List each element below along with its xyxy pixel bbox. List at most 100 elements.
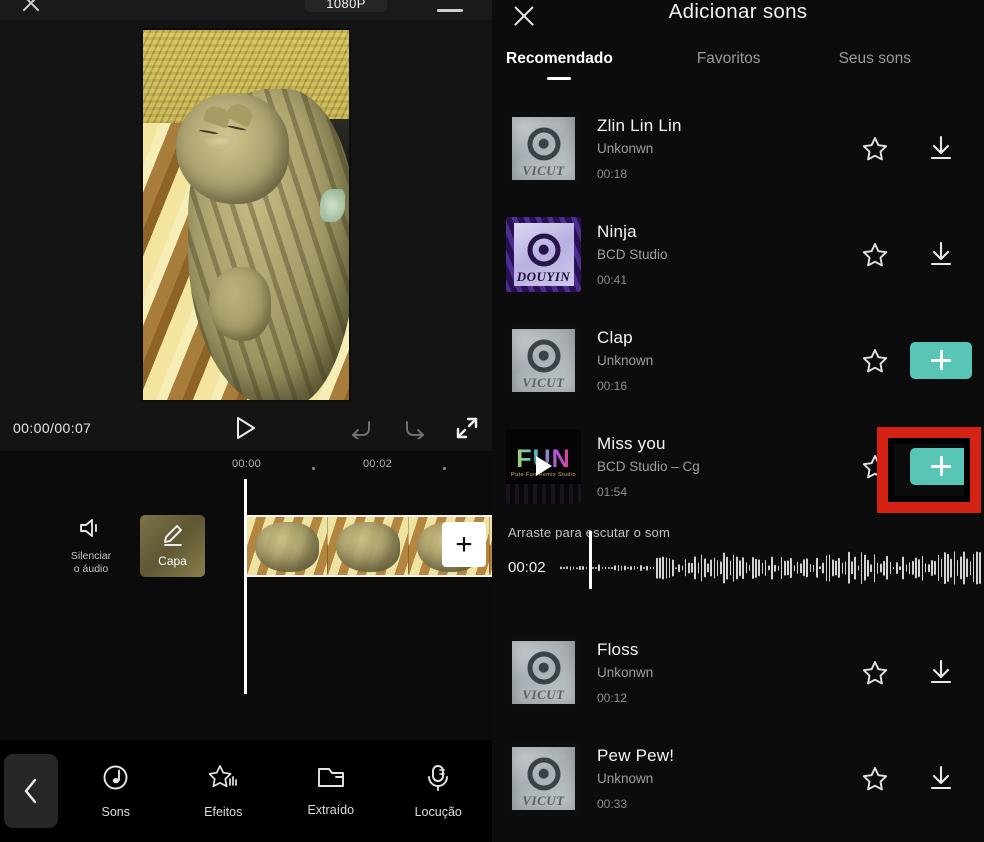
favorite-button[interactable]: [852, 136, 898, 161]
preview-frame-image: [143, 30, 349, 400]
waveform-bars[interactable]: [560, 543, 984, 593]
back-button[interactable]: [4, 754, 58, 828]
player-controls: 00:00/00:07: [0, 405, 492, 451]
sound-thumbnail[interactable]: DOUYIN: [506, 216, 581, 292]
tab-recomendado[interactable]: Recomendado: [506, 50, 613, 80]
music-note-icon: [102, 764, 129, 796]
add-sound-button[interactable]: [898, 341, 984, 379]
row-actions: [852, 134, 984, 162]
favorite-button[interactable]: [852, 454, 898, 479]
add-clip-label: +: [455, 527, 473, 561]
tool-label-locucao: Locução: [414, 804, 462, 819]
sound-title: Floss: [597, 639, 639, 659]
sound-thumbnail[interactable]: VICUT: [506, 110, 581, 186]
mute-audio-button[interactable]: Silenciar o áudio: [62, 514, 120, 578]
fullscreen-icon[interactable]: [450, 411, 484, 445]
sound-duration: 00:12: [597, 690, 628, 705]
sound-duration: 00:33: [597, 796, 628, 811]
tab-label-favoritos: Favoritos: [696, 50, 761, 67]
panel-title: Adicionar sons: [668, 0, 808, 23]
play-icon[interactable]: [229, 411, 263, 445]
list-item-selected[interactable]: FUN Pute Fun Remix Studio Miss you BCD S…: [492, 413, 984, 519]
plus-icon: [931, 350, 951, 370]
sound-artist: BCD Studio – Cg: [597, 458, 700, 474]
redo-icon[interactable]: [398, 411, 432, 445]
sound-meta: Clap Unknown 00:16: [597, 328, 852, 393]
add-clip-button[interactable]: +: [442, 522, 486, 567]
resolution-badge[interactable]: 1080P: [305, 0, 387, 12]
sound-meta: Ninja BCD Studio 00:41: [597, 222, 852, 287]
sound-meta: Pew Pew! Unknown 00:33: [597, 746, 852, 811]
row-actions: [852, 764, 984, 792]
ruler-label-1: 00:02: [363, 458, 393, 470]
favorite-button[interactable]: [852, 766, 898, 791]
sound-meta: Zlin Lin Lin Unkonwn 00:18: [597, 116, 852, 181]
star-outline-icon: [862, 660, 888, 684]
download-icon: [930, 135, 952, 160]
cover-button[interactable]: Capa: [140, 515, 205, 577]
download-icon: [930, 659, 952, 684]
list-item[interactable]: VICUT Clap Unknown 00:16: [492, 307, 984, 413]
tab-favoritos[interactable]: Favoritos: [697, 50, 761, 68]
folder-icon: [317, 765, 345, 794]
star-effects-icon: [208, 764, 238, 796]
sound-artist: Unkonwn: [597, 664, 654, 680]
waveform-playhead[interactable]: [589, 531, 592, 589]
tool-sons[interactable]: Sons: [62, 740, 170, 842]
ruler-label-0: 00:00: [232, 458, 262, 470]
close-icon[interactable]: [18, 0, 44, 16]
sound-thumbnail[interactable]: FUN Pute Fun Remix Studio: [506, 428, 581, 504]
play-icon[interactable]: [535, 456, 552, 476]
editor-top-bar: 1080P: [0, 0, 492, 20]
favorite-button[interactable]: [852, 348, 898, 373]
sound-thumbnail[interactable]: VICUT: [506, 740, 581, 816]
sound-duration: 00:18: [597, 166, 628, 181]
add-sound-button-highlighted[interactable]: [898, 447, 984, 485]
tool-label-extraido: Extraído: [307, 803, 355, 817]
download-button[interactable]: [898, 134, 984, 162]
download-button[interactable]: [898, 658, 984, 686]
list-item[interactable]: DOUYIN Ninja BCD Studio 00:41: [492, 201, 984, 307]
star-outline-icon: [862, 348, 888, 372]
timeline-playhead[interactable]: [244, 479, 247, 694]
tool-label-efeitos: Efeitos: [204, 804, 243, 819]
sound-artist: Unknown: [597, 352, 654, 368]
timeline[interactable]: 00:00 00:02 Silenciar o áudio Capa +: [0, 451, 492, 742]
sound-meta: Miss you BCD Studio – Cg 01:54: [597, 434, 852, 499]
cover-label: Capa: [158, 554, 187, 568]
tool-efeitos[interactable]: Efeitos: [170, 740, 278, 842]
sound-title: Miss you: [597, 433, 666, 453]
sound-title: Clap: [597, 327, 633, 347]
sound-artist: Unkonwn: [597, 140, 654, 156]
tool-extraido[interactable]: Extraído: [277, 740, 385, 842]
download-button[interactable]: [898, 764, 984, 792]
sounds-panel-header: Adicionar sons: [492, 0, 984, 50]
tab-label-recomendado: Recomendado: [506, 50, 613, 67]
download-button[interactable]: [898, 240, 984, 268]
sound-title: Pew Pew!: [597, 745, 675, 765]
undo-icon[interactable]: [344, 411, 378, 445]
tool-locucao[interactable]: Locução: [385, 740, 493, 842]
app-root: 1080P 00:00/00:07 00:00 00:02 Silenciar …: [0, 0, 984, 842]
tab-label-seus-sons: Seus sons: [838, 50, 911, 67]
favorite-button[interactable]: [852, 660, 898, 685]
sound-thumbnail[interactable]: VICUT: [506, 634, 581, 710]
favorite-button[interactable]: [852, 242, 898, 267]
row-actions: [852, 240, 984, 268]
sound-duration: 00:41: [597, 272, 628, 287]
star-outline-icon: [862, 242, 888, 266]
playback-timecode: 00:00/00:07: [13, 420, 92, 436]
sound-thumbnail[interactable]: VICUT: [506, 322, 581, 398]
video-preview[interactable]: [141, 28, 351, 402]
waveform-scrubber[interactable]: Arraste para escutar o som 00:02: [492, 519, 984, 619]
list-item[interactable]: VICUT Pew Pew! Unknown 00:33: [492, 725, 984, 831]
thumbnail-wordmark: VICUT: [522, 374, 565, 390]
speaker-mute-icon: [78, 517, 104, 544]
tab-seus-sons[interactable]: Seus sons: [839, 50, 911, 68]
minimize-icon[interactable]: [437, 9, 463, 12]
plus-icon: [931, 456, 951, 476]
list-item[interactable]: VICUT Floss Unkonwn 00:12: [492, 619, 984, 725]
list-item[interactable]: VICUT Zlin Lin Lin Unkonwn 00:18: [492, 95, 984, 201]
chevron-left-icon: [24, 778, 37, 804]
thumbnail-wordmark: VICUT: [522, 686, 565, 702]
